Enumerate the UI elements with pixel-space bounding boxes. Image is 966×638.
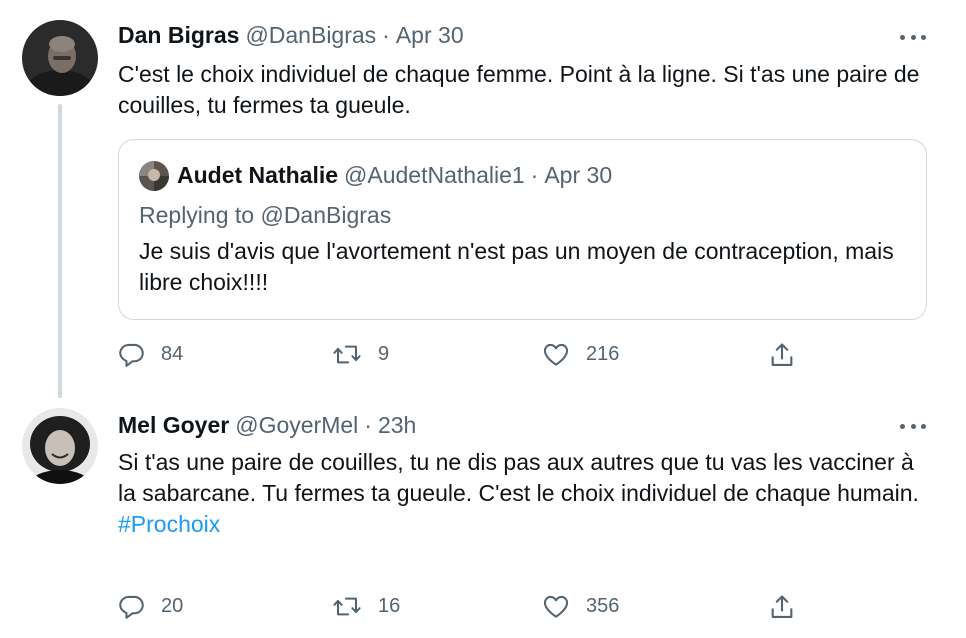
share-icon [771,595,793,618]
reply-button[interactable]: 84 [118,341,183,368]
more-options-icon[interactable] [900,421,926,431]
avatar-mel-goyer[interactable] [22,408,98,484]
avatar-dan-bigras[interactable] [22,20,98,96]
like-button[interactable]: 356 [542,593,619,620]
tweet-text: Si t'as une paire de couilles, tu ne dis… [118,447,933,540]
reply-icon [119,343,144,367]
reply-icon [119,595,144,619]
retweet-icon [333,597,361,616]
reply-button[interactable]: 20 [118,593,183,620]
reply-count: 20 [161,595,184,617]
replying-to-mention[interactable]: @DanBigras [260,202,391,228]
thread-line [58,104,62,398]
tweet-dan-bigras[interactable]: Dan Bigras @DanBigras · Apr 30 C'est le … [0,0,966,398]
like-count: 216 [586,343,620,365]
tweet-actions: 84 9 216 [118,341,818,371]
separator-dot: · [530,162,539,188]
quoted-timestamp: Apr 30 [544,162,613,188]
share-icon [771,343,793,366]
username[interactable]: @GoyerMel [235,412,358,439]
quoted-tweet[interactable]: Audet Nathalie @AudetNathalie1 · Apr 30 … [118,139,927,320]
hashtag-link[interactable]: #Prochoix [118,511,220,537]
quoted-display-name: Audet Nathalie [177,162,339,188]
separator-dot: · [364,412,372,438]
quoted-tweet-header: Audet Nathalie @AudetNathalie1 · Apr 30 [177,162,612,189]
display-name[interactable]: Dan Bigras [118,22,239,49]
tweet-header: Mel Goyer @GoyerMel · 23h [118,412,416,439]
retweet-icon [333,345,361,364]
quoted-tweet-text: Je suis d'avis que l'avortement n'est pa… [139,238,894,295]
retweet-button[interactable]: 16 [332,593,400,620]
more-options-icon[interactable] [900,32,926,42]
heart-icon [543,343,569,366]
tweet-actions: 20 16 356 [118,593,818,623]
display-name[interactable]: Mel Goyer [118,412,229,439]
reply-count: 84 [161,343,184,365]
username[interactable]: @DanBigras [245,22,376,49]
like-button[interactable]: 216 [542,341,619,368]
tweet-header: Dan Bigras @DanBigras · Apr 30 [118,22,464,49]
quoted-username: @AudetNathalie1 [344,162,525,188]
replying-to: Replying to @DanBigras [139,202,391,229]
share-button[interactable] [768,593,796,621]
tweet-text-body: Si t'as une paire de couilles, tu ne dis… [118,449,919,506]
replying-to-label: Replying to [139,202,261,228]
retweet-count: 16 [378,595,401,617]
share-button[interactable] [768,341,796,369]
retweet-button[interactable]: 9 [332,341,389,368]
heart-icon [543,595,569,618]
timestamp[interactable]: Apr 30 [396,22,464,49]
avatar-audet-nathalie[interactable] [139,161,169,191]
separator-dot: · [382,22,390,48]
timestamp[interactable]: 23h [378,412,416,439]
tweet-mel-goyer[interactable]: Mel Goyer @GoyerMel · 23h Si t'as une pa… [0,395,966,638]
tweet-text: C'est le choix individuel de chaque femm… [118,61,920,118]
retweet-count: 9 [378,343,390,365]
like-count: 356 [586,595,620,617]
